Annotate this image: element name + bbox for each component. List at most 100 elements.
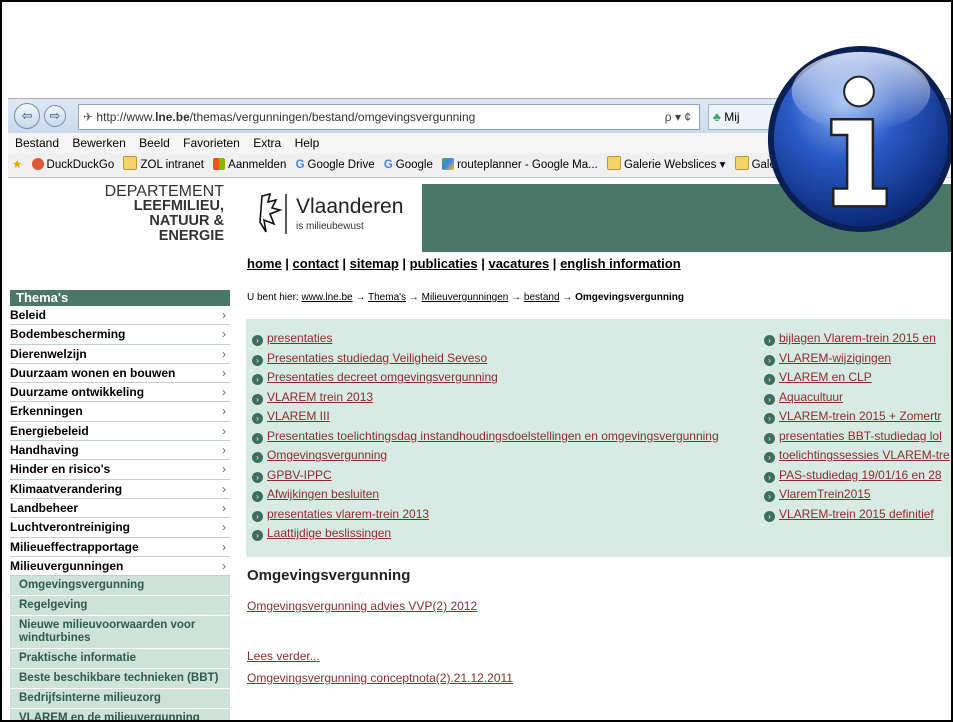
document-category-link[interactable]: › Aquacultuur xyxy=(764,390,843,405)
sidebar-item[interactable]: Hinder en risico's › xyxy=(10,460,230,480)
link-label: Afwijkingen besluiten xyxy=(267,487,380,501)
nav-vacatures[interactable]: vacatures xyxy=(488,256,549,271)
document-category-link[interactable]: › Afwijkingen besluiten xyxy=(252,487,379,502)
sidebar-subitem[interactable]: Bedrijfsinterne milieuzorg xyxy=(10,689,230,710)
sidebar-item[interactable]: Duurzaam wonen en bouwen › xyxy=(10,364,230,384)
sidebar-item[interactable]: Energiebeleid › xyxy=(10,422,230,442)
search-refresh-icon[interactable]: ρ ▾ ¢ xyxy=(665,105,691,129)
arrow-bullet-icon: › xyxy=(252,452,263,463)
sidebar-item[interactable]: Milieueffectrapportage › xyxy=(10,538,230,557)
fav-zol-intranet[interactable]: ZOL intranet xyxy=(123,153,204,177)
link-label: Presentaties studiedag Veiligheid Seveso xyxy=(267,350,488,365)
document-category-link[interactable]: › Laattijdige beslissingen xyxy=(252,526,391,541)
back-button[interactable]: ⇦ xyxy=(14,103,40,129)
arrow-bullet-icon: › xyxy=(252,374,263,385)
document-category-link[interactable]: › bijlagen Vlarem-trein 2015 en xyxy=(764,331,936,346)
breadcrumb-current: Omgevingsvergunning xyxy=(575,292,684,303)
document-category-link[interactable]: › VLAREM-wijzigingen xyxy=(764,351,891,366)
breadcrumb-prefix: U bent hier: xyxy=(247,292,302,303)
sidebar-subitem[interactable]: Praktische informatie xyxy=(10,649,230,670)
menu-beeld[interactable]: Beeld xyxy=(139,136,170,150)
favorites-star-icon[interactable]: ★ xyxy=(12,153,22,177)
sidebar-item-label: Dierenwelzijn xyxy=(10,346,87,361)
department-logo[interactable]: DEPARTEMENT LEEFMILIEU, NATUUR & ENERGIE xyxy=(10,184,224,244)
arrow-bullet-icon: › xyxy=(252,510,263,522)
document-category-link[interactable]: › VLAREM III xyxy=(252,409,330,424)
sidebar-item[interactable]: Landbeheer › xyxy=(10,499,230,519)
url-input[interactable]: ✈ http://www.lne.be/themas/vergunningen/… xyxy=(78,104,700,130)
sidebar-subitem[interactable]: VLAREM en de milieuvergunning xyxy=(10,709,230,720)
nav-contact[interactable]: contact xyxy=(293,256,339,271)
chevron-right-icon: › xyxy=(222,308,226,322)
google-icon: G xyxy=(295,159,305,171)
sidebar-item-label: Luchtverontreiniging xyxy=(10,520,130,535)
nav-home[interactable]: home xyxy=(247,256,282,271)
chevron-right-icon: › xyxy=(222,500,226,515)
sidebar-item[interactable]: Milieuvergunningen › xyxy=(10,557,230,577)
chevron-right-icon: › xyxy=(222,462,226,477)
breadcrumb-link[interactable]: Milieuvergunningen xyxy=(422,292,509,303)
document-category-link[interactable]: › presentaties xyxy=(252,331,332,346)
sidebar: Thema's Beleid › Bodembescherming › Dierenwe… xyxy=(10,290,230,720)
document-category-link[interactable]: › VLAREM-trein 2015 + Zomertr xyxy=(764,409,941,424)
document-link[interactable]: Omgevingsvergunning conceptnota(2).21.12… xyxy=(247,671,513,685)
document-category-link[interactable]: › Presentaties decreet omgevingsvergunnin… xyxy=(252,370,498,385)
document-link[interactable]: Omgevingsvergunning advies VVP(2) 2012 xyxy=(247,599,477,613)
nav-sitemap[interactable]: sitemap xyxy=(350,256,399,271)
fav-google-drive[interactable]: G Google Drive xyxy=(296,153,375,177)
link-label: presentaties vlarem-trein 2013 xyxy=(267,506,430,521)
menu-favorieten[interactable]: Favorieten xyxy=(183,136,240,150)
menu-bestand[interactable]: Bestand xyxy=(15,136,59,150)
breadcrumb-link[interactable]: Thema's xyxy=(368,292,406,303)
document-category-link[interactable]: › VLAREM en CLP xyxy=(764,370,872,385)
arrow-bullet-icon: › xyxy=(764,432,775,444)
document-category-link[interactable]: › VLAREM-trein 2015 definitief xyxy=(764,507,934,522)
sidebar-item[interactable]: Handhaving › xyxy=(10,441,230,461)
breadcrumb-link[interactable]: www.lne.be xyxy=(301,292,352,303)
menu-bewerken[interactable]: Bewerken xyxy=(72,136,125,150)
fav-google[interactable]: G Google xyxy=(384,153,433,177)
sidebar-subitem[interactable]: Regelgeving xyxy=(10,596,230,617)
document-category-link[interactable]: › VLAREM trein 2013 xyxy=(252,390,373,405)
brand-name[interactable]: Vlaanderen xyxy=(296,195,403,219)
forward-button[interactable]: ⇨ xyxy=(44,105,66,127)
link-label: GPBV-IPPC xyxy=(267,467,332,482)
screenshot-frame: ⇦ ⇨ ✈ http://www.lne.be/themas/vergunnin… xyxy=(0,0,953,722)
nav-publicaties[interactable]: publicaties xyxy=(410,256,478,271)
fav-routeplanner[interactable]: routeplanner - Google Ma... xyxy=(442,153,598,177)
read-more-link[interactable]: Lees verder... xyxy=(247,649,320,663)
sidebar-item[interactable]: Duurzame ontwikkeling › xyxy=(10,383,230,403)
fav-aanmelden[interactable]: Aanmelden xyxy=(213,153,286,177)
fav-galerie-webslices[interactable]: Galerie Webslices ▾ xyxy=(606,153,725,177)
document-category-link[interactable]: › presentaties BBT-studiedag lol xyxy=(764,429,942,444)
menu-extra[interactable]: Extra xyxy=(253,136,281,150)
arrow-bullet-icon: › xyxy=(764,471,775,483)
document-category-link[interactable]: › Omgevingsvergunning xyxy=(252,448,387,463)
chevron-right-icon: › xyxy=(222,539,226,554)
nav-english-information[interactable]: english information xyxy=(560,256,681,271)
sidebar-item[interactable]: Klimaatverandering › xyxy=(10,480,230,499)
sidebar-item[interactable]: Luchtverontreiniging › xyxy=(10,518,230,538)
documents-link-box: › presentaties › Presentaties studiedag Vei… xyxy=(246,319,951,557)
sidebar-subitem[interactable]: Omgevingsvergunning xyxy=(10,576,230,597)
menu-help[interactable]: Help xyxy=(295,136,320,150)
document-category-link[interactable]: › toelichtingssessies VLAREM-tre xyxy=(764,448,950,463)
document-category-link[interactable]: › Presentaties studiedag Veiligheid Seves… xyxy=(252,351,487,366)
fav-label: DuckDuckGo xyxy=(46,159,115,171)
document-category-link[interactable]: › presentaties vlarem-trein 2013 xyxy=(252,507,429,522)
sidebar-subitem[interactable]: Nieuwe milieuvoorwaarden voor windturbin… xyxy=(10,616,230,650)
google-icon: G xyxy=(383,159,393,171)
document-category-link[interactable]: › PAS-studiedag 19/01/16 en 28 xyxy=(764,468,942,483)
chevron-right-icon: › xyxy=(222,443,226,458)
sidebar-item[interactable]: Erkenningen › xyxy=(10,402,230,422)
sidebar-item[interactable]: Dierenwelzijn › xyxy=(10,345,230,364)
sidebar-item[interactable]: Bodembescherming › xyxy=(10,325,230,345)
sidebar-item[interactable]: Beleid › xyxy=(10,306,230,326)
breadcrumb-link[interactable]: bestand xyxy=(524,292,560,303)
document-category-link[interactable]: › GPBV-IPPC xyxy=(252,468,332,483)
fav-duckduckgo[interactable]: DuckDuckGo xyxy=(31,153,115,177)
sidebar-subitem[interactable]: Beste beschikbare technieken (BBT) xyxy=(10,669,230,690)
top-navigation: home | contact | sitemap | publicaties |… xyxy=(247,256,681,271)
document-category-link[interactable]: › VlaremTrein2015 xyxy=(764,487,871,502)
document-category-link[interactable]: › Presentaties toelichtingsdag instandhou… xyxy=(252,429,719,444)
